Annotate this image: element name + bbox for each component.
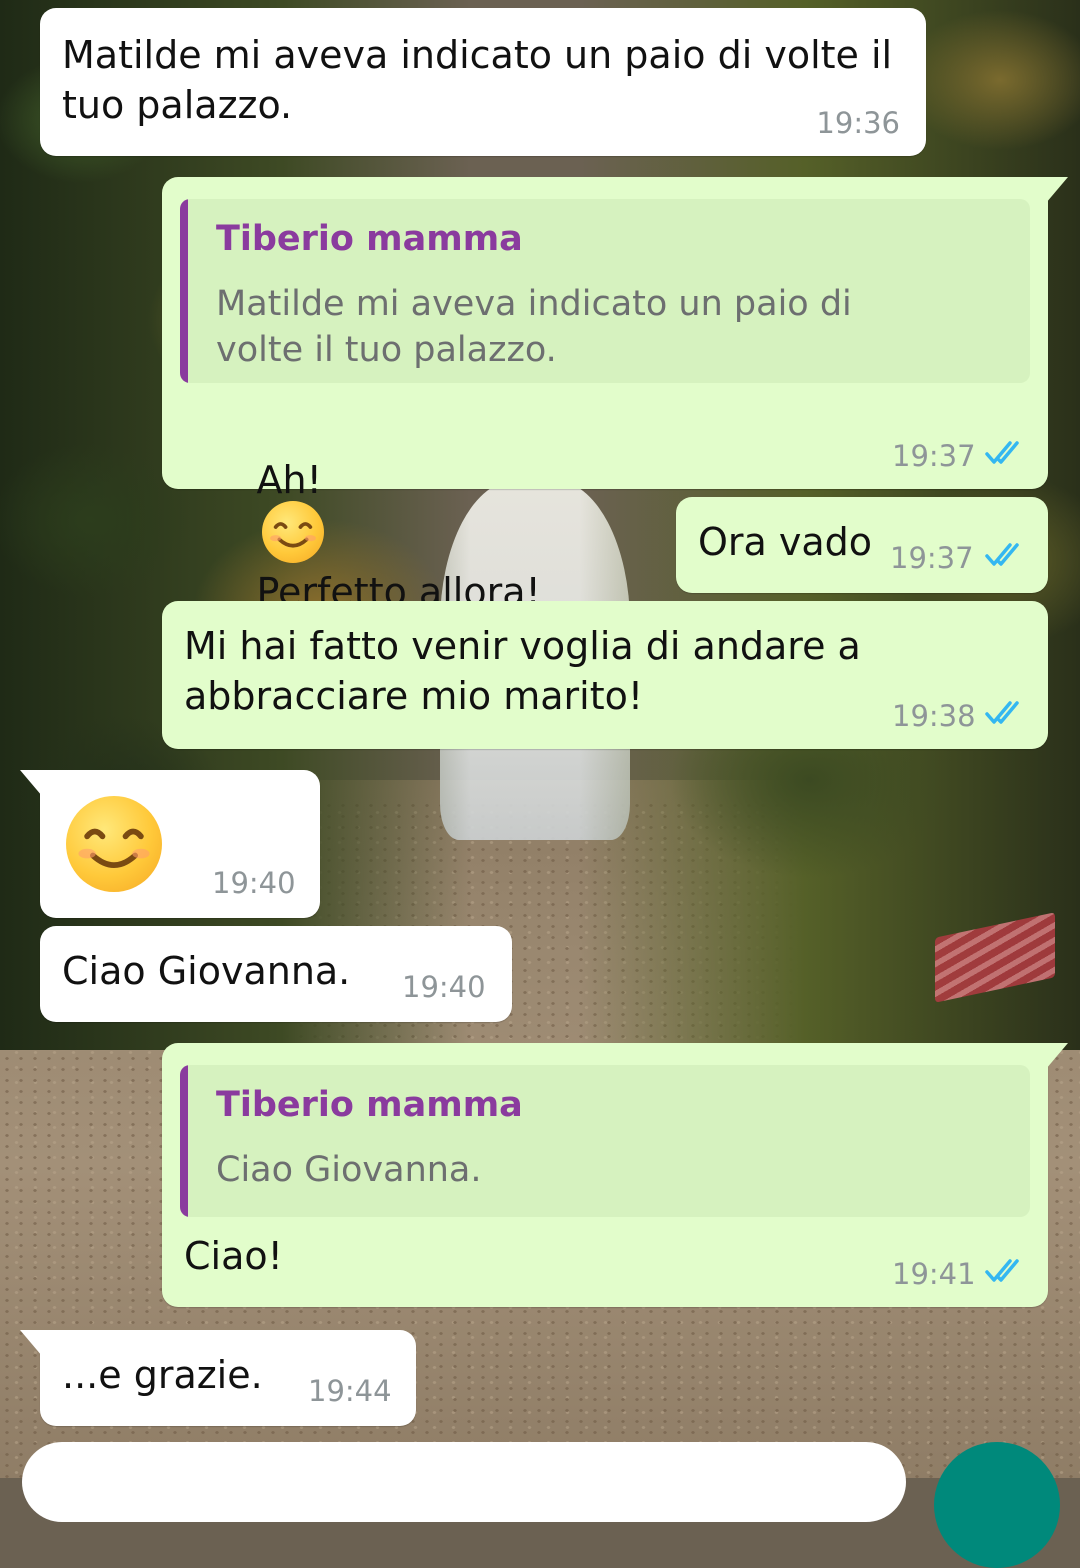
- message-outgoing-reply[interactable]: Tiberio mamma Matilde mi aveva indicato …: [162, 177, 1068, 614]
- quote-author: Tiberio mamma: [216, 219, 523, 259]
- message-text: Mi hai fatto venir voglia di andare a ab…: [184, 624, 861, 718]
- quote-author: Tiberio mamma: [216, 1085, 523, 1125]
- message-incoming[interactable]: ...e grazie. 19:44: [20, 1330, 416, 1426]
- quote-text: Ciao Giovanna.: [216, 1150, 482, 1190]
- message-outgoing[interactable]: Ora vado 19:37: [676, 497, 1048, 593]
- smiling-face-emoji: [262, 501, 325, 563]
- message-outgoing[interactable]: Mi hai fatto venir voglia di andare a ab…: [162, 601, 1048, 749]
- mic-button[interactable]: [934, 1442, 1060, 1568]
- message-incoming[interactable]: Ciao Giovanna. 19:40: [40, 926, 512, 1022]
- message-text: ...e grazie.: [62, 1353, 263, 1397]
- smiling-face-emoji: [66, 796, 162, 892]
- quote-accent-bar: [180, 1065, 188, 1217]
- message-outgoing-reply[interactable]: Tiberio mamma Ciao Giovanna. Ciao! 19:41: [162, 1043, 1068, 1307]
- message-time: 19:38: [892, 699, 976, 733]
- message-time: 19:40: [212, 866, 296, 900]
- message-text: Ciao!: [184, 1234, 283, 1278]
- quoted-message[interactable]: Tiberio mamma Matilde mi aveva indicato …: [180, 199, 1030, 383]
- quoted-message[interactable]: Tiberio mamma Ciao Giovanna.: [180, 1065, 1030, 1217]
- message-time: 19:37: [892, 439, 976, 473]
- message-text: Ciao Giovanna.: [62, 949, 351, 993]
- message-incoming-emoji[interactable]: 19:40: [20, 770, 320, 918]
- message-time: 19:36: [816, 106, 900, 140]
- message-text: Ora vado: [698, 520, 873, 564]
- message-input[interactable]: [22, 1442, 906, 1522]
- message-time: 19:44: [308, 1374, 392, 1408]
- message-text: Matilde mi aveva indicato un paio di vol…: [62, 33, 893, 127]
- quote-accent-bar: [180, 199, 188, 383]
- message-text-start: Ah!: [256, 458, 322, 502]
- read-ticks-icon: [985, 441, 1019, 464]
- read-ticks-icon: [985, 701, 1019, 724]
- read-ticks-icon: [985, 543, 1019, 566]
- message-time: 19:37: [890, 541, 974, 575]
- message-time: 19:41: [892, 1257, 976, 1291]
- message-incoming[interactable]: Matilde mi aveva indicato un paio di vol…: [40, 8, 926, 156]
- message-time: 19:40: [402, 970, 486, 1004]
- quote-text: Matilde mi aveva indicato un paio di vol…: [216, 284, 852, 370]
- read-ticks-icon: [985, 1259, 1019, 1282]
